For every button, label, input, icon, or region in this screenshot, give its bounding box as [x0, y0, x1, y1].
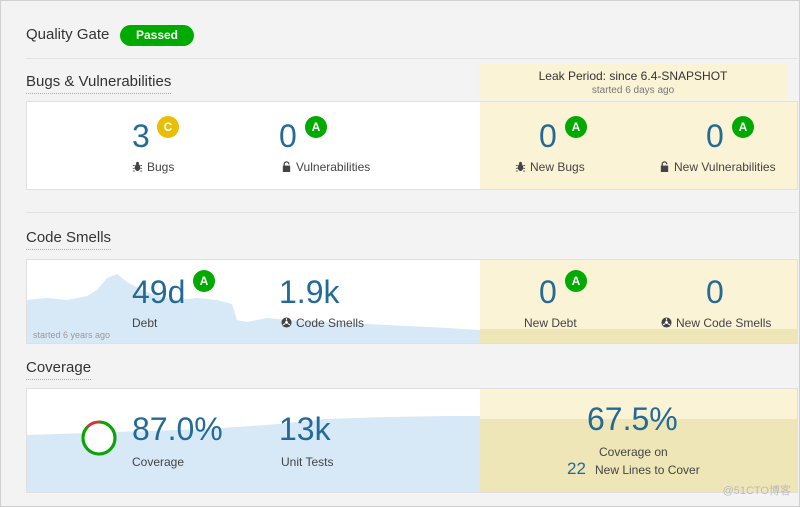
- new-vulnerabilities-label: New Vulnerabilities: [659, 160, 776, 174]
- code-smells-card: started 6 years ago 49d A Debt 1.9k Code…: [26, 259, 798, 344]
- bugs-label: Bugs: [132, 160, 174, 174]
- coverage-label: Coverage: [132, 455, 185, 469]
- quality-gate-title: Quality Gate: [26, 26, 110, 43]
- new-code-smells-value[interactable]: 0: [706, 276, 724, 308]
- lock-icon: [282, 161, 291, 172]
- divider: [26, 212, 797, 213]
- bugs-card: 3 C Bugs 0 A Vulnerabilities 0 A New Bug…: [26, 101, 798, 190]
- new-lines-value[interactable]: 22: [567, 459, 586, 479]
- vulnerabilities-value[interactable]: 0: [279, 120, 297, 152]
- debt-rating[interactable]: A: [193, 270, 215, 292]
- bugs-value[interactable]: 3: [132, 120, 150, 152]
- vulnerabilities-rating[interactable]: A: [305, 116, 327, 138]
- new-debt-value[interactable]: 0: [539, 276, 557, 308]
- debt-value[interactable]: 49d: [132, 276, 185, 308]
- coverage-value[interactable]: 87.0%: [132, 413, 223, 445]
- new-bugs-label: New Bugs: [515, 160, 585, 174]
- unit-tests-value[interactable]: 13k: [279, 413, 331, 445]
- coverage-title[interactable]: Coverage: [26, 359, 92, 380]
- bug-icon: [132, 161, 143, 172]
- bugs-vulnerabilities-title[interactable]: Bugs & Vulnerabilities: [26, 73, 172, 94]
- new-debt-rating[interactable]: A: [565, 270, 587, 292]
- code-smells-label: Code Smells: [281, 316, 364, 330]
- leak-area: [480, 102, 797, 189]
- vulnerabilities-label: Vulnerabilities: [281, 160, 370, 174]
- divider: [26, 58, 797, 59]
- new-bugs-rating[interactable]: A: [565, 116, 587, 138]
- lock-icon: [660, 161, 669, 172]
- new-coverage-label: Coverage on: [599, 445, 668, 459]
- quality-gate-status-badge: Passed: [120, 25, 194, 46]
- leak-period-subtitle: started 6 days ago: [591, 85, 675, 96]
- bug-icon: [515, 161, 526, 172]
- leak-period-header: Leak Period: since 6.4-SNAPSHOT started …: [479, 63, 787, 99]
- new-lines-label: New Lines to Cover: [595, 463, 700, 477]
- coverage-donut-chart[interactable]: [80, 419, 118, 457]
- smell-icon: [281, 317, 292, 328]
- new-debt-label: New Debt: [524, 316, 577, 330]
- sonar-overview: Quality Gate Passed Leak Period: since 6…: [0, 0, 800, 507]
- code-smells-value[interactable]: 1.9k: [279, 276, 339, 308]
- new-code-smells-label: New Code Smells: [661, 316, 771, 330]
- code-smells-title[interactable]: Code Smells: [26, 229, 112, 250]
- bugs-rating[interactable]: C: [157, 116, 179, 138]
- new-coverage-value[interactable]: 67.5%: [587, 403, 678, 435]
- new-vulnerabilities-rating[interactable]: A: [732, 116, 754, 138]
- leak-period-title: Leak Period: since 6.4-SNAPSHOT: [538, 69, 728, 83]
- smell-icon: [661, 317, 672, 328]
- coverage-card: 87.0% Coverage 13k Unit Tests 67.5% Cove…: [26, 388, 798, 493]
- debt-label: Debt: [132, 316, 158, 330]
- smells-started-text: started 6 years ago: [33, 330, 111, 340]
- new-bugs-value[interactable]: 0: [539, 120, 557, 152]
- new-vulnerabilities-value[interactable]: 0: [706, 120, 724, 152]
- leak-area: [480, 260, 797, 343]
- watermark: @51CTO博客: [722, 485, 791, 497]
- unit-tests-label: Unit Tests: [281, 455, 334, 469]
